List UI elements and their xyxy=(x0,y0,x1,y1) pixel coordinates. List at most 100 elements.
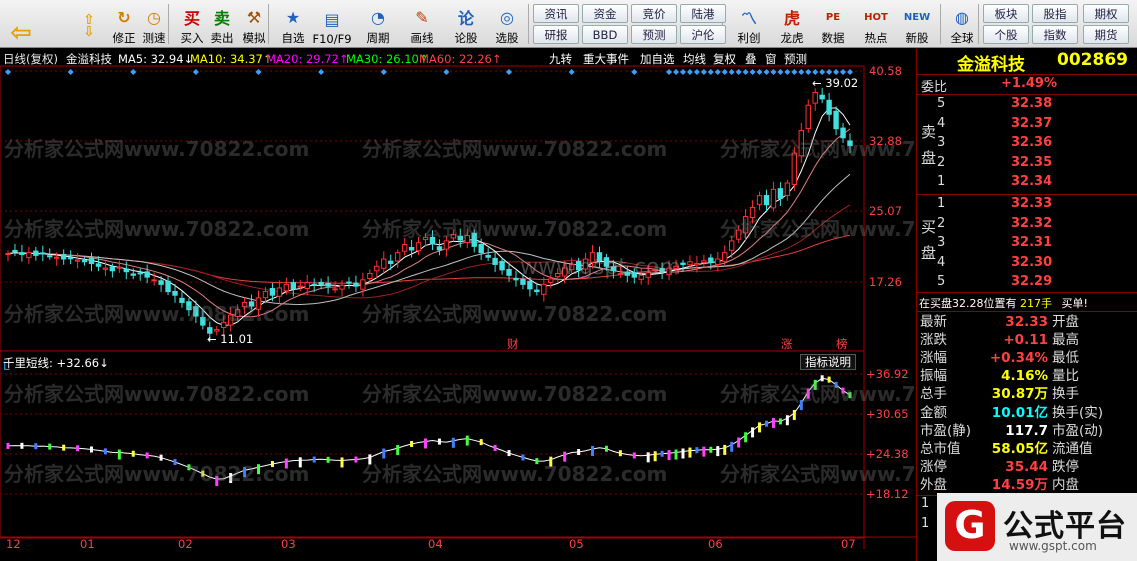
event-diamond xyxy=(714,69,721,75)
event-diamond xyxy=(728,69,735,75)
toolbar-label: 热点 xyxy=(864,31,888,45)
quick-button-3[interactable]: 陆港 xyxy=(680,4,726,23)
indicator-bar xyxy=(792,409,796,420)
chart-tab-4[interactable]: 复权 xyxy=(713,52,736,66)
candle-body xyxy=(67,257,74,260)
candle-body xyxy=(826,99,832,115)
candle-body xyxy=(749,206,756,218)
indicator-bar xyxy=(646,452,650,463)
up-down-arrow-icon: ⇧ ⇩ xyxy=(83,12,95,40)
event-diamond xyxy=(784,69,791,75)
stat-label: 涨跌 xyxy=(920,332,947,349)
quick-button-11[interactable]: 个股 xyxy=(983,25,1029,44)
toolbar-button-11[interactable]: 〽利创 xyxy=(731,2,767,46)
indicator-bar xyxy=(131,450,135,457)
toolbar-button-1[interactable]: ◷ 测速 xyxy=(136,2,172,46)
candle-body xyxy=(318,281,324,285)
buy-side-label: 买盘 xyxy=(921,218,937,262)
chart-tab-1[interactable]: 重大事件 xyxy=(583,52,629,66)
candle-body xyxy=(729,240,735,251)
quick-button-12[interactable]: 指数 xyxy=(1032,25,1078,44)
toolbar-button-8[interactable]: ✎ 画线 xyxy=(404,2,440,46)
toolbar-button-4[interactable]: ⚒ 模拟 xyxy=(236,2,272,46)
toolbar-button-13[interactable]: PE 数据 xyxy=(815,2,851,46)
quick-button-1[interactable]: 资金 xyxy=(582,4,628,23)
candle-body xyxy=(33,250,39,256)
indicator-bar xyxy=(591,445,595,456)
toolbar-button-9[interactable]: 论论股 xyxy=(448,2,484,46)
stat-row: 最新 32.33 开盘 xyxy=(920,313,1137,331)
toolbar-button-15[interactable]: NEW 新股 xyxy=(899,2,935,46)
toolbar-button-6[interactable]: ▤ F10/F9 xyxy=(312,2,351,47)
chart-tab-2[interactable]: 加自选 xyxy=(640,52,675,66)
toolbar-button-3[interactable]: 卖卖出 xyxy=(204,2,240,46)
level-number: 1 xyxy=(937,196,946,211)
toolbar-button-7[interactable]: ◔ 周期 xyxy=(360,2,396,46)
indicator-bar xyxy=(702,446,706,457)
toolbar-button-14[interactable]: HOT 热点 xyxy=(858,2,894,46)
quick-button-0[interactable]: 资讯 xyxy=(533,4,579,23)
indicator-tick: +36.92 xyxy=(866,367,909,381)
chart-tab-6[interactable]: 窗 xyxy=(765,52,777,66)
toolbar-button-5[interactable]: ★ 自选 xyxy=(275,2,311,46)
indicator-bar xyxy=(660,450,664,457)
ma-label-0: MA5: 32.94↓ xyxy=(118,52,194,66)
stat-label-right: 内盘 xyxy=(1052,476,1079,493)
quick-button-8[interactable]: 板块 xyxy=(983,4,1029,23)
toolbar-button-12[interactable]: 虎龙虎 xyxy=(774,2,810,46)
toolbar-icon-4: ⚒ xyxy=(246,7,262,27)
candle-body xyxy=(541,283,547,295)
up-down-button[interactable]: ⇧ ⇩ xyxy=(74,2,104,46)
back-button[interactable]: ⇦ xyxy=(6,2,36,48)
quick-button-7[interactable]: 沪伦 xyxy=(680,25,726,44)
toolbar-icon-8: ✎ xyxy=(415,7,429,27)
quick-button-10[interactable]: 期权 xyxy=(1083,4,1129,23)
toolbar-label: 利创 xyxy=(737,31,761,45)
event-diamond xyxy=(700,69,707,75)
quick-button-5[interactable]: BBD xyxy=(582,25,628,44)
x-tick: 04 xyxy=(428,537,443,551)
candle-body xyxy=(297,285,303,288)
price-tick: 17.26 xyxy=(869,275,902,289)
level-price: 32.32 xyxy=(1011,215,1053,231)
stat-value: 30.87万 xyxy=(991,386,1048,403)
candle-body xyxy=(151,279,157,282)
quick-button-2[interactable]: 竞价 xyxy=(631,4,677,23)
indicator-help-button[interactable]: 指标说明 xyxy=(800,354,856,370)
indicator-bar xyxy=(159,454,163,461)
candle-body xyxy=(415,242,422,252)
sell-row: 4 32.37 xyxy=(937,116,1052,134)
candle-body xyxy=(805,104,811,129)
candle-body xyxy=(819,94,825,100)
candle-body xyxy=(694,263,700,266)
toolbar-button-16[interactable]: ◍ 全球 xyxy=(944,2,980,46)
indicator-bar xyxy=(758,422,762,433)
indicator-bar xyxy=(340,457,344,468)
stat-row: 涨跌 +0.11 最高 xyxy=(920,331,1137,349)
toolbar-icon-12: 虎 xyxy=(783,9,800,28)
event-diamond xyxy=(833,69,840,75)
candle-body xyxy=(172,290,178,296)
chart-tab-7[interactable]: 预测 xyxy=(784,52,807,66)
stat-label: 涨停 xyxy=(920,458,947,475)
indicator-bar xyxy=(577,449,581,456)
watermark-text: 分析家公式网www.70822.com xyxy=(362,302,668,326)
quick-button-13[interactable]: 期货 xyxy=(1083,25,1129,44)
event-diamond xyxy=(735,69,742,75)
indicator-bar xyxy=(34,443,38,450)
quick-button-9[interactable]: 股指 xyxy=(1032,4,1078,23)
marker-cai: 财 xyxy=(507,337,519,351)
event-diamond xyxy=(798,69,805,75)
candle-body xyxy=(436,246,443,251)
toolbar-button-10[interactable]: ◎ 选股 xyxy=(489,2,525,46)
chart-tab-5[interactable]: 叠 xyxy=(745,52,757,66)
candle-body xyxy=(290,282,297,290)
candle-body xyxy=(443,240,450,250)
quick-button-4[interactable]: 研报 xyxy=(533,25,579,44)
quick-button-6[interactable]: 预测 xyxy=(631,25,677,44)
candle-body xyxy=(40,252,46,255)
chart-tab-3[interactable]: 均线 xyxy=(683,52,706,66)
toolbar-icon-1: ◷ xyxy=(147,7,161,27)
indicator-bar xyxy=(382,448,386,459)
chart-tab-0[interactable]: 九转 xyxy=(549,52,572,66)
